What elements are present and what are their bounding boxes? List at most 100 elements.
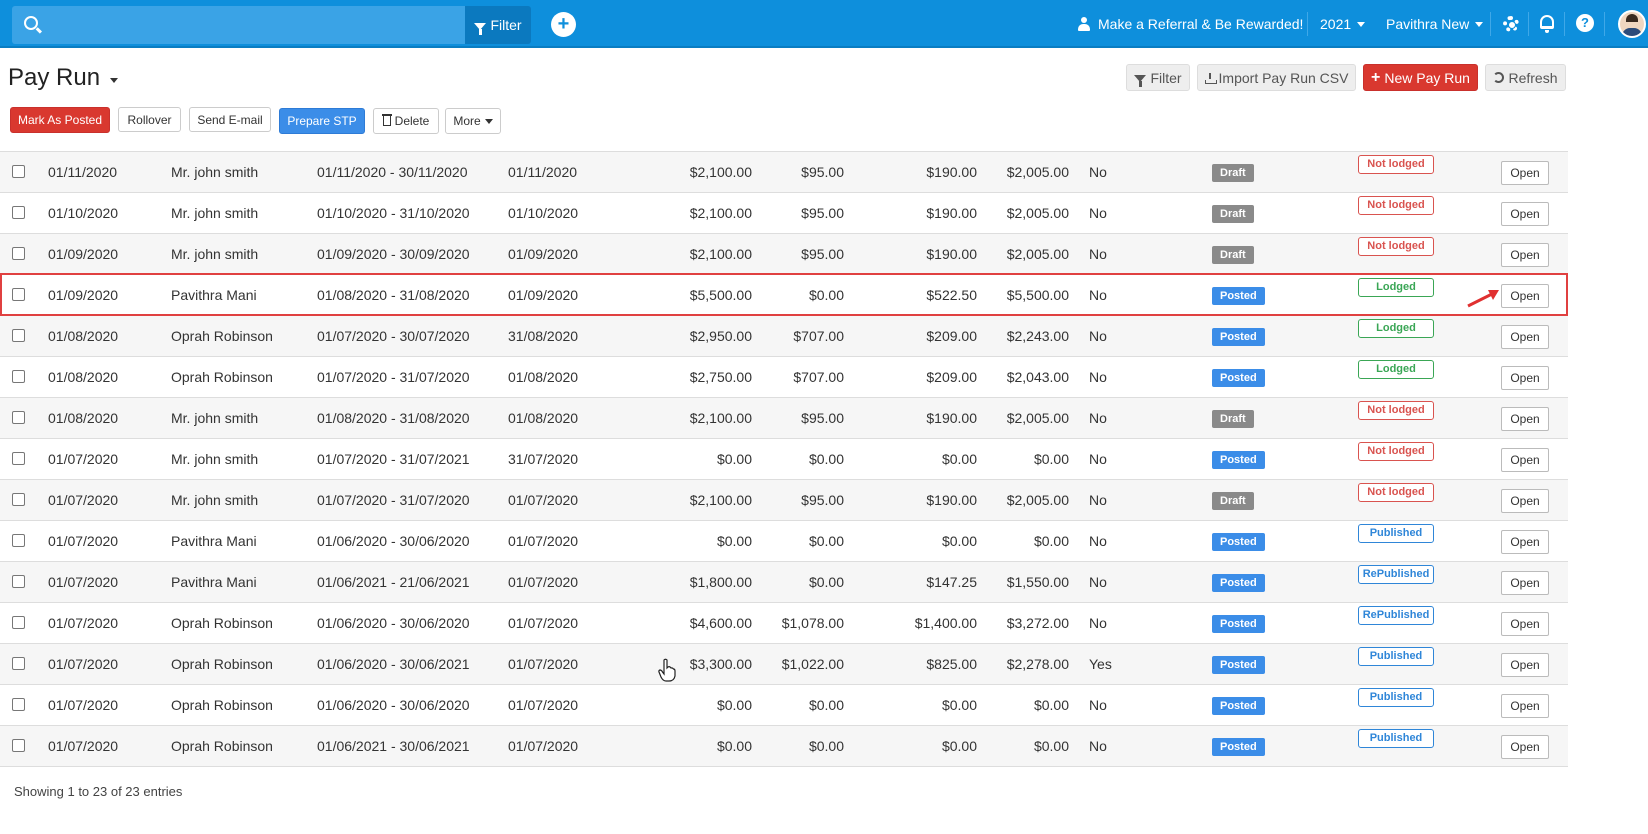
- row-checkbox[interactable]: [12, 698, 25, 711]
- row-checkbox[interactable]: [12, 493, 25, 506]
- row-checkbox[interactable]: [12, 370, 25, 383]
- super-amount: $190.00: [926, 164, 977, 180]
- open-button[interactable]: Open: [1501, 612, 1549, 637]
- status-cell: Draft: [1212, 193, 1254, 233]
- open-button[interactable]: Open: [1501, 694, 1549, 719]
- open-button[interactable]: Open: [1501, 407, 1549, 432]
- prepare-stp-button[interactable]: Prepare STP: [279, 108, 365, 134]
- open-button[interactable]: Open: [1501, 448, 1549, 473]
- tax-amount: $95.00: [801, 492, 844, 508]
- payment-date: 01/07/2020: [508, 615, 579, 631]
- open-button[interactable]: Open: [1501, 325, 1549, 350]
- row-checkbox[interactable]: [12, 534, 25, 547]
- status-badge: Draft: [1212, 492, 1254, 511]
- row-checkbox[interactable]: [12, 616, 25, 629]
- lodgement-badge: RePublished: [1358, 605, 1434, 625]
- lodgement-badge: Not lodged: [1358, 236, 1434, 256]
- filter-button[interactable]: Filter: [1126, 64, 1190, 91]
- row-checkbox[interactable]: [12, 206, 25, 219]
- trash-icon: [381, 114, 392, 126]
- pay-period: 01/08/2020 - 31/08/2020: [317, 410, 470, 426]
- top-bar: Filter + Make a Referral & Be Rewarded! …: [0, 0, 1648, 48]
- top-filter-button[interactable]: Filter: [465, 6, 531, 44]
- open-button[interactable]: Open: [1501, 366, 1549, 391]
- open-button[interactable]: Open: [1501, 489, 1549, 514]
- payment-date: 01/07/2020: [508, 492, 579, 508]
- help-icon[interactable]: ?: [1576, 14, 1594, 32]
- employee-name: Mr. john smith: [171, 246, 259, 262]
- import-csv-button[interactable]: Import Pay Run CSV: [1197, 64, 1356, 91]
- super-amount: $825.00: [926, 656, 977, 672]
- row-checkbox[interactable]: [12, 452, 25, 465]
- payment-date: 01/07/2020: [508, 533, 579, 549]
- super-amount: $190.00: [926, 205, 977, 221]
- bell-icon[interactable]: [1540, 15, 1554, 33]
- rollover-button[interactable]: Rollover: [118, 107, 181, 132]
- gear-icon[interactable]: [1503, 16, 1519, 32]
- pay-period: 01/06/2020 - 30/06/2020: [317, 697, 470, 713]
- avatar[interactable]: [1618, 10, 1646, 38]
- row-checkbox[interactable]: [12, 165, 25, 178]
- open-button[interactable]: Open: [1501, 735, 1549, 760]
- add-new-icon[interactable]: +: [551, 12, 576, 37]
- row-checkbox[interactable]: [12, 657, 25, 670]
- lodgement-cell: Not lodged: [1358, 480, 1434, 520]
- open-button[interactable]: Open: [1501, 571, 1549, 596]
- open-button[interactable]: Open: [1501, 530, 1549, 555]
- gross-amount: $0.00: [716, 697, 752, 713]
- send-email-button[interactable]: Send E-mail: [189, 107, 271, 132]
- lodgement-cell: Not lodged: [1358, 193, 1434, 233]
- run-date: 01/07/2020: [48, 574, 119, 590]
- pay-period: 01/08/2020 - 31/08/2020: [317, 287, 470, 303]
- pay-period: 01/07/2020 - 31/07/2021: [317, 451, 470, 467]
- row-checkbox[interactable]: [12, 288, 25, 301]
- new-pay-run-button[interactable]: + New Pay Run: [1363, 64, 1478, 91]
- search-input[interactable]: [48, 10, 448, 38]
- page-title-dropdown[interactable]: Pay Run: [8, 64, 119, 92]
- table-row: 01/07/2020 Mr. john smith 01/07/2020 - 3…: [0, 480, 1568, 521]
- table-row: 01/07/2020 Oprah Robinson 01/06/2020 - 3…: [0, 644, 1568, 685]
- super-amount: $147.25: [926, 574, 977, 590]
- divider: [1490, 12, 1491, 36]
- open-button[interactable]: Open: [1501, 161, 1549, 186]
- net-amount: $0.00: [1033, 451, 1069, 467]
- year-dropdown[interactable]: 2021: [1320, 0, 1366, 48]
- table-row: 01/07/2020 Pavithra Mani 01/06/2020 - 30…: [0, 521, 1568, 562]
- net-amount: $3,272.00: [1006, 615, 1069, 631]
- row-checkbox[interactable]: [12, 739, 25, 752]
- lodgement-cell: Published: [1358, 644, 1434, 684]
- row-checkbox[interactable]: [12, 329, 25, 342]
- employee-name: Mr. john smith: [171, 410, 259, 426]
- net-amount: $2,043.00: [1006, 369, 1069, 385]
- lodgement-badge: Not lodged: [1358, 441, 1434, 461]
- tax-amount: $0.00: [808, 738, 844, 754]
- pay-period: 01/07/2020 - 31/07/2020: [317, 369, 470, 385]
- super-amount: $190.00: [926, 410, 977, 426]
- status-badge: Posted: [1212, 574, 1265, 593]
- status-cell: Posted: [1212, 439, 1265, 479]
- open-button[interactable]: Open: [1501, 284, 1549, 309]
- status-badge: Draft: [1212, 164, 1254, 183]
- super-amount: $0.00: [941, 533, 977, 549]
- row-checkbox[interactable]: [12, 247, 25, 260]
- status-badge: Posted: [1212, 656, 1265, 675]
- referral-label: Make a Referral & Be Rewarded!: [1098, 16, 1304, 32]
- open-button[interactable]: Open: [1501, 653, 1549, 678]
- run-date: 01/07/2020: [48, 492, 119, 508]
- referral-link[interactable]: Make a Referral & Be Rewarded!: [1078, 0, 1303, 48]
- import-csv-label: Import Pay Run CSV: [1218, 69, 1349, 86]
- gross-amount: $2,100.00: [689, 246, 752, 262]
- mark-as-posted-button[interactable]: Mark As Posted: [10, 107, 110, 133]
- row-checkbox[interactable]: [12, 411, 25, 424]
- gross-amount: $5,500.00: [689, 287, 752, 303]
- open-button[interactable]: Open: [1501, 243, 1549, 268]
- gross-amount: $4,600.00: [689, 615, 752, 631]
- user-dropdown[interactable]: Pavithra New: [1386, 0, 1484, 48]
- row-checkbox[interactable]: [12, 575, 25, 588]
- open-button[interactable]: Open: [1501, 202, 1549, 227]
- lodgement-badge: Lodged: [1358, 277, 1434, 297]
- more-dropdown-button[interactable]: More: [445, 108, 501, 134]
- refresh-button[interactable]: Refresh: [1485, 64, 1566, 91]
- lodgement-cell: RePublished: [1358, 603, 1434, 643]
- delete-button[interactable]: Delete: [373, 108, 439, 134]
